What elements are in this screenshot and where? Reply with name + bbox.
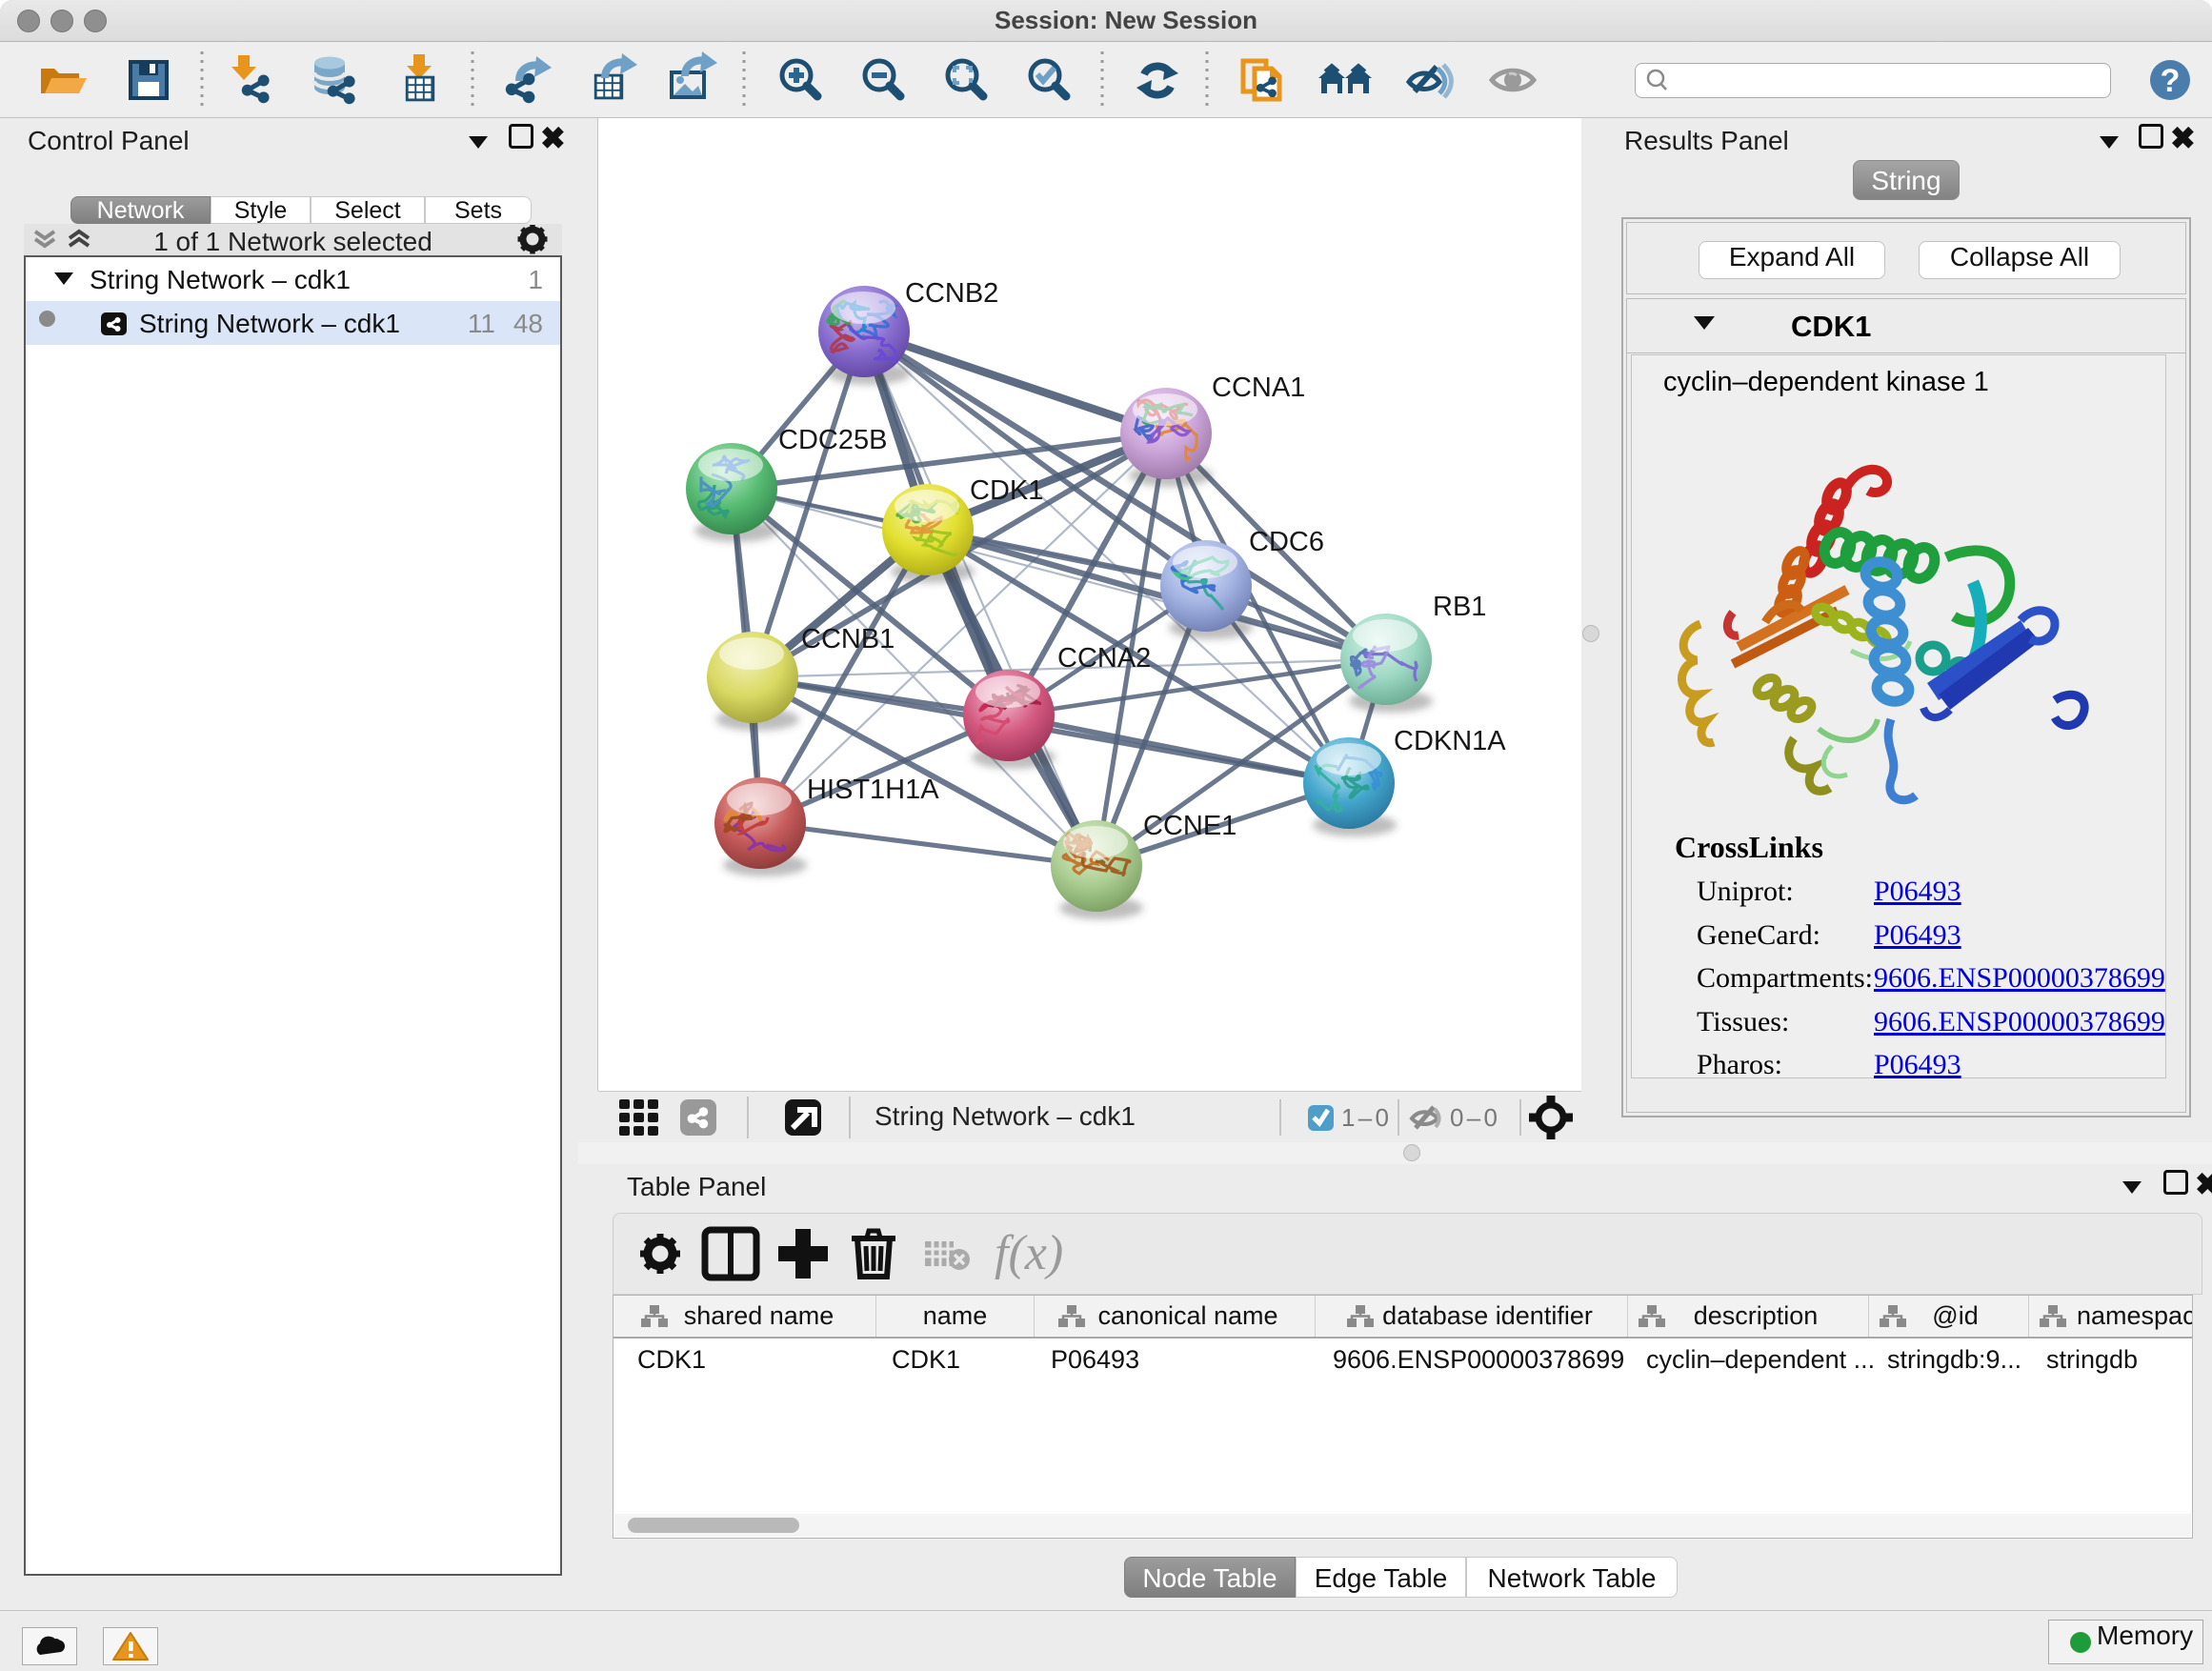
- svg-text:CDK1: CDK1: [970, 475, 1043, 506]
- svg-text:CDC25B: CDC25B: [778, 425, 887, 455]
- svg-text:CCNB2: CCNB2: [905, 278, 998, 309]
- svg-text:1 – 0: 1 – 0: [1341, 1103, 1389, 1132]
- svg-text:CCNA1: CCNA1: [1212, 372, 1305, 403]
- svg-text:RB1: RB1: [1433, 592, 1486, 622]
- svg-text:0 – 0: 0 – 0: [1450, 1103, 1498, 1132]
- svg-text:HIST1H1A: HIST1H1A: [807, 775, 939, 805]
- svg-text:CCNA2: CCNA2: [1057, 643, 1151, 674]
- svg-text:CCNB1: CCNB1: [801, 624, 895, 654]
- svg-text:CDC6: CDC6: [1249, 527, 1324, 557]
- svg-text:?: ?: [2161, 63, 2181, 99]
- svg-text:CDKN1A: CDKN1A: [1394, 726, 1506, 756]
- svg-text:CCNE1: CCNE1: [1143, 811, 1237, 841]
- svg-text:f(x): f(x): [995, 1226, 1063, 1280]
